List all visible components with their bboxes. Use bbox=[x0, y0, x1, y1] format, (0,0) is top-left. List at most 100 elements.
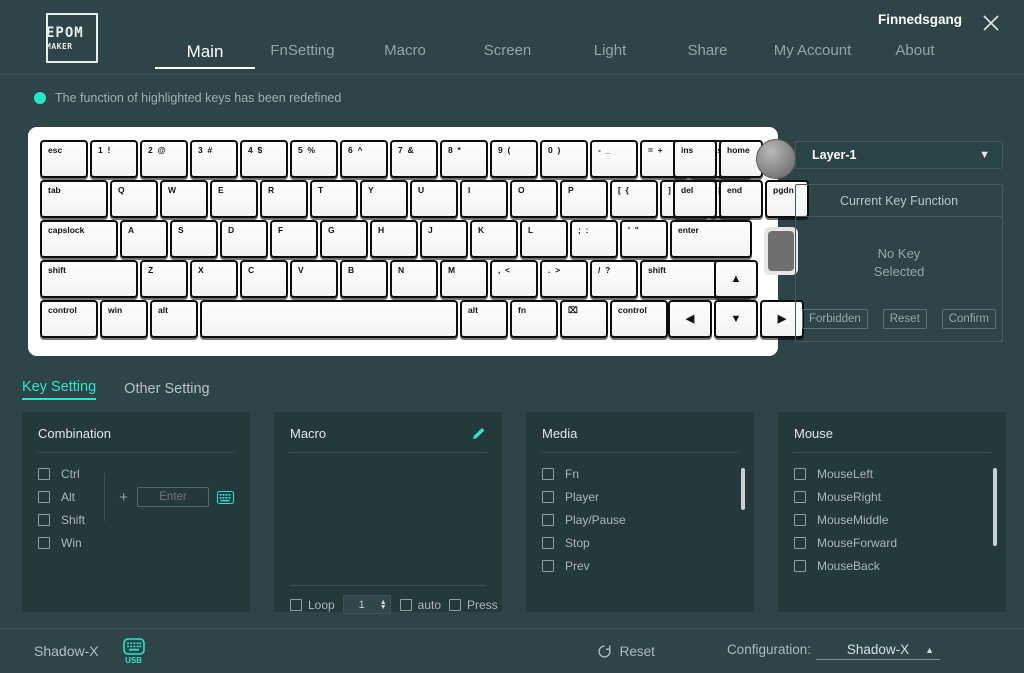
mouse-row[interactable]: MouseBack bbox=[794, 559, 990, 573]
mouse-row[interactable]: MouseLeft bbox=[794, 467, 990, 481]
key-7-&[interactable]: 7 & bbox=[390, 140, 438, 178]
stepper-down-icon[interactable]: ▼ bbox=[380, 605, 387, 610]
mouse-checkbox-mousemiddle[interactable] bbox=[794, 514, 806, 526]
key-s[interactable]: S bbox=[170, 220, 218, 258]
macro-auto-checkbox[interactable] bbox=[400, 599, 412, 611]
key-j[interactable]: J bbox=[420, 220, 468, 258]
key-h[interactable]: H bbox=[370, 220, 418, 258]
key-tab[interactable]: tab bbox=[40, 180, 108, 218]
modifier-row[interactable]: Ctrl bbox=[38, 467, 100, 481]
key-t[interactable]: T bbox=[310, 180, 358, 218]
key-i[interactable]: I bbox=[460, 180, 508, 218]
stepper-arrows-icon[interactable]: ▲ ▼ bbox=[380, 600, 390, 610]
media-row[interactable]: Fn bbox=[542, 467, 738, 481]
key-ins[interactable]: ins bbox=[673, 140, 717, 178]
key-u[interactable]: U bbox=[410, 180, 458, 218]
confirm-button[interactable]: Confirm bbox=[942, 309, 996, 329]
key-a[interactable]: A bbox=[120, 220, 168, 258]
key-esc[interactable]: esc bbox=[40, 140, 88, 178]
macro-loop-checkbox[interactable] bbox=[290, 599, 302, 611]
nav-item-light[interactable]: Light bbox=[560, 42, 660, 69]
key-l[interactable]: L bbox=[520, 220, 568, 258]
key-arrow-down[interactable]: ▼ bbox=[714, 300, 758, 338]
key-end[interactable]: end bbox=[719, 180, 763, 218]
media-checkbox-prev[interactable] bbox=[542, 560, 554, 572]
media-checkbox-fn[interactable] bbox=[542, 468, 554, 480]
modifier-row[interactable]: Shift bbox=[38, 513, 100, 527]
key-b[interactable]: B bbox=[340, 260, 388, 298]
modifier-checkbox-shift[interactable] bbox=[38, 514, 50, 526]
key-f[interactable]: F bbox=[270, 220, 318, 258]
key-3-#[interactable]: 3 # bbox=[190, 140, 238, 178]
key-8-*[interactable]: 8 * bbox=[440, 140, 488, 178]
key-.->[interactable]: . > bbox=[540, 260, 588, 298]
reset-key-button[interactable]: Reset bbox=[883, 309, 927, 329]
key-control[interactable]: control bbox=[40, 300, 98, 338]
modifier-checkbox-ctrl[interactable] bbox=[38, 468, 50, 480]
key-win[interactable]: win bbox=[100, 300, 148, 338]
nav-item-fnsetting[interactable]: FnSetting bbox=[250, 42, 355, 69]
key-alt[interactable]: alt bbox=[150, 300, 198, 338]
media-row[interactable]: Stop bbox=[542, 536, 738, 550]
layer-select[interactable]: Layer-1 ▼ bbox=[795, 141, 1003, 169]
key-p[interactable]: P bbox=[560, 180, 608, 218]
key-w[interactable]: W bbox=[160, 180, 208, 218]
key-1-![interactable]: 1 ! bbox=[90, 140, 138, 178]
key-enter[interactable]: enter bbox=[670, 220, 752, 258]
subtab-key-setting[interactable]: Key Setting bbox=[22, 379, 96, 400]
oled-screen-module[interactable] bbox=[764, 227, 798, 275]
nav-item-share[interactable]: Share bbox=[660, 42, 755, 69]
key-g[interactable]: G bbox=[320, 220, 368, 258]
close-icon[interactable] bbox=[978, 10, 1004, 36]
nav-item-my-account[interactable]: My Account bbox=[755, 42, 870, 69]
key-4-$[interactable]: 4 $ bbox=[240, 140, 288, 178]
key-shift[interactable]: shift bbox=[40, 260, 138, 298]
key-fn[interactable]: fn bbox=[510, 300, 558, 338]
key-o[interactable]: O bbox=[510, 180, 558, 218]
key-6-^[interactable]: 6 ^ bbox=[340, 140, 388, 178]
key-arrow-left[interactable]: ◀ bbox=[668, 300, 712, 338]
mouse-checkbox-mouseforward[interactable] bbox=[794, 537, 806, 549]
modifier-row[interactable]: Win bbox=[38, 536, 100, 550]
key-d[interactable]: D bbox=[220, 220, 268, 258]
key-9-([interactable]: 9 ( bbox=[490, 140, 538, 178]
key-5-%[interactable]: 5 % bbox=[290, 140, 338, 178]
key-capslock[interactable]: capslock bbox=[40, 220, 118, 258]
nav-item-about[interactable]: About bbox=[870, 42, 960, 69]
key-z[interactable]: Z bbox=[140, 260, 188, 298]
key-,-<[interactable]: , < bbox=[490, 260, 538, 298]
key-y[interactable]: Y bbox=[360, 180, 408, 218]
key-x[interactable]: X bbox=[190, 260, 238, 298]
modifier-checkbox-alt[interactable] bbox=[38, 491, 50, 503]
modifier-checkbox-win[interactable] bbox=[38, 537, 50, 549]
key-/-?[interactable]: / ? bbox=[590, 260, 638, 298]
media-row[interactable]: Player bbox=[542, 490, 738, 504]
mouse-checkbox-mouseback[interactable] bbox=[794, 560, 806, 572]
subtab-other-setting[interactable]: Other Setting bbox=[124, 381, 209, 400]
mouse-scrollbar[interactable] bbox=[993, 460, 997, 580]
media-scrollbar[interactable] bbox=[741, 460, 745, 580]
media-row[interactable]: Prev bbox=[542, 559, 738, 573]
nav-item-screen[interactable]: Screen bbox=[455, 42, 560, 69]
key-del[interactable]: del bbox=[673, 180, 717, 218]
key-;-:[interactable]: ; : bbox=[570, 220, 618, 258]
media-checkbox-stop[interactable] bbox=[542, 537, 554, 549]
forbidden-button[interactable]: Forbidden bbox=[802, 309, 868, 329]
key-m[interactable]: M bbox=[440, 260, 488, 298]
key-q[interactable]: Q bbox=[110, 180, 158, 218]
key-space[interactable] bbox=[200, 300, 458, 338]
modifier-row[interactable]: Alt bbox=[38, 490, 100, 504]
macro-loop-count-input[interactable] bbox=[344, 599, 380, 611]
macro-loop-stepper[interactable]: ▲ ▼ bbox=[343, 595, 391, 614]
key-n[interactable]: N bbox=[390, 260, 438, 298]
mouse-row[interactable]: MouseMiddle bbox=[794, 513, 990, 527]
key-c[interactable]: C bbox=[240, 260, 288, 298]
media-checkbox-player[interactable] bbox=[542, 491, 554, 503]
key-r[interactable]: R bbox=[260, 180, 308, 218]
mouse-checkbox-mouseleft[interactable] bbox=[794, 468, 806, 480]
macro-press-checkbox[interactable] bbox=[449, 599, 461, 611]
nav-item-main[interactable]: Main bbox=[160, 42, 250, 69]
key-arrow-up[interactable]: ▲ bbox=[714, 260, 758, 298]
usb-connection-indicator[interactable]: USB bbox=[123, 638, 145, 665]
key-alt[interactable]: alt bbox=[460, 300, 508, 338]
